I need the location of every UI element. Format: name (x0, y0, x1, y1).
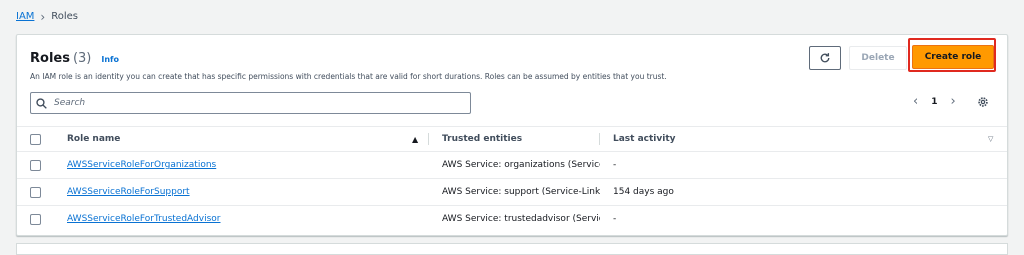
breadcrumb-iam-link[interactable]: IAM (16, 11, 34, 22)
trusted-entities-cell: AWS Service: trustedadvisor (Service (442, 214, 600, 224)
breadcrumb-current: Roles (51, 11, 78, 22)
roles-table: Role name ▲ Trusted entities Last activi… (17, 126, 1007, 232)
last-activity-cell: - (613, 214, 617, 224)
gear-icon[interactable] (977, 96, 989, 108)
search-field[interactable] (30, 92, 471, 114)
create-role-button[interactable]: Create role (912, 45, 994, 69)
column-header-trusted-entities[interactable]: Trusted entities (442, 134, 600, 144)
table-row: AWSServiceRoleForTrustedAdvisor AWS Serv… (17, 206, 1007, 232)
row-checkbox[interactable] (30, 159, 41, 171)
column-divider[interactable] (599, 133, 600, 145)
roles-panel: Roles (3) Info An IAM role is an identit… (16, 34, 1008, 236)
page-number-button[interactable]: 1 (931, 97, 937, 107)
delete-button[interactable]: Delete (849, 46, 907, 70)
trusted-entities-cell: AWS Service: organizations (Service- (442, 160, 600, 170)
next-page-button[interactable]: › (950, 95, 955, 109)
role-name-link[interactable]: AWSServiceRoleForOrganizations (67, 160, 216, 170)
search-icon (36, 97, 47, 109)
next-panel-edge (16, 243, 1008, 255)
table-row: AWSServiceRoleForOrganizations AWS Servi… (17, 152, 1007, 179)
role-name-link[interactable]: AWSServiceRoleForTrustedAdvisor (67, 214, 220, 224)
select-all-checkbox[interactable] (30, 133, 41, 145)
chevron-right-icon: › (40, 9, 46, 24)
row-checkbox[interactable] (30, 186, 41, 198)
panel-description: An IAM role is an identity you can creat… (30, 72, 667, 81)
search-input[interactable] (52, 97, 456, 109)
column-divider[interactable] (428, 133, 429, 145)
pagination: ‹ 1 › (913, 95, 956, 109)
previous-page-button[interactable]: ‹ (913, 95, 918, 109)
refresh-button[interactable] (809, 46, 841, 70)
page-title: Roles (30, 51, 70, 66)
caret-down-icon[interactable]: ▽ (988, 135, 993, 143)
last-activity-cell: 154 days ago (613, 187, 674, 197)
refresh-icon (820, 53, 830, 63)
role-name-link[interactable]: AWSServiceRoleForSupport (67, 187, 190, 197)
row-checkbox[interactable] (30, 213, 41, 225)
panel-header: Roles (3) Info (30, 51, 119, 66)
last-activity-cell: - (613, 160, 617, 170)
table-header: Role name ▲ Trusted entities Last activi… (17, 126, 1007, 152)
column-header-last-activity[interactable]: Last activity (613, 134, 676, 144)
breadcrumb: IAM › Roles (16, 9, 78, 24)
table-row: AWSServiceRoleForSupport AWS Service: su… (17, 179, 1007, 206)
info-link[interactable]: Info (101, 55, 119, 64)
sort-ascending-icon[interactable]: ▲ (412, 135, 418, 144)
roles-count: (3) (72, 51, 92, 66)
column-header-role-name[interactable]: Role name (67, 134, 120, 144)
trusted-entities-cell: AWS Service: support (Service-Linked (442, 187, 600, 197)
